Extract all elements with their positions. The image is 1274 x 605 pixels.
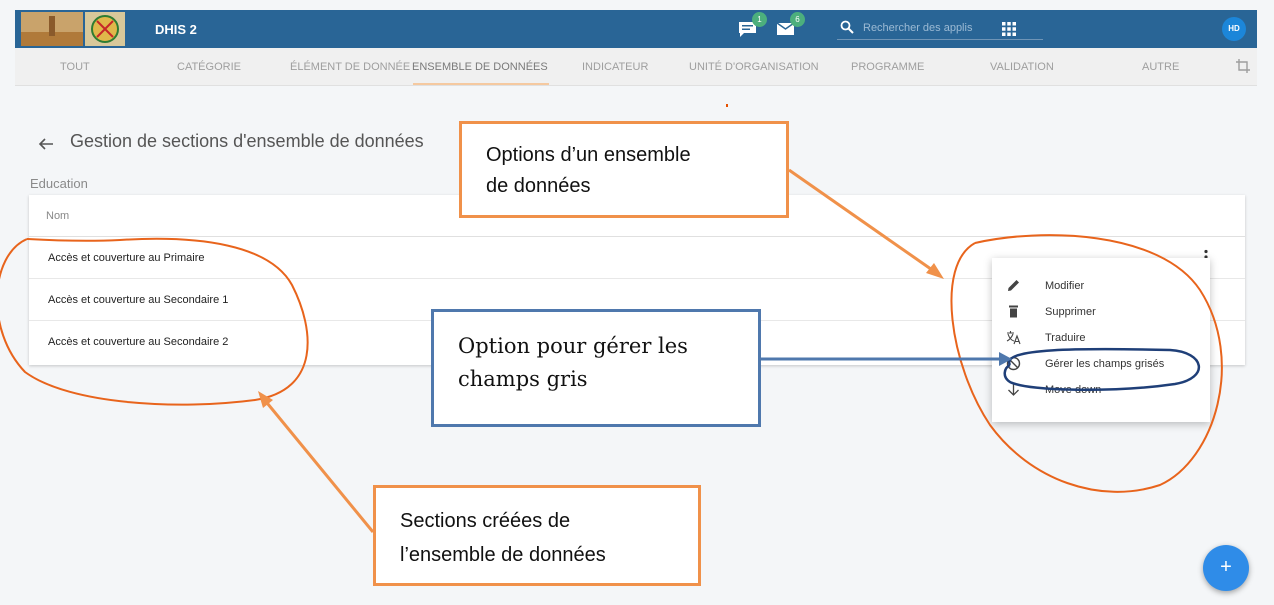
sections-callout: Sections créées de l’ensemble de données: [373, 485, 701, 586]
menu-item-label: Traduire: [1045, 332, 1086, 344]
dhis2-logo[interactable]: [21, 12, 125, 46]
menu-item-label: Gérer les champs grisés: [1045, 358, 1165, 370]
sections-arrowhead: [258, 391, 273, 408]
tab-unite-organisation[interactable]: UNITÉ D'ORGANISATION: [689, 61, 819, 73]
page-title: Gestion de sections d'ensemble de donnée…: [70, 131, 424, 151]
callout-line: Options d’un ensemble: [486, 144, 691, 166]
interpretations-badge: 6: [790, 12, 805, 27]
translate-icon: [1006, 331, 1021, 345]
block-icon: [1006, 356, 1021, 371]
tab-indicateur[interactable]: INDICATEUR: [582, 61, 648, 73]
callout-line: champs gris: [458, 367, 588, 391]
menu-item-label: Move down: [1045, 384, 1102, 396]
profile-avatar[interactable]: HD: [1222, 17, 1246, 41]
search-icon: [840, 20, 854, 34]
menu-item-label: Modifier: [1045, 280, 1085, 292]
column-header-nom[interactable]: Nom: [46, 210, 69, 222]
callout-line: de données: [486, 175, 591, 197]
dataset-name: Education: [30, 176, 88, 191]
menu-item-label: Supprimer: [1045, 306, 1096, 318]
grey-fields-callout: Option pour gérer les champs gris: [431, 309, 761, 427]
menu-item-gerer-champs-grises[interactable]: Gérer les champs grisés: [992, 351, 1210, 377]
annotation-dot: [726, 104, 728, 107]
tab-ensemble-de-donnees[interactable]: ENSEMBLE DE DONNÉES: [412, 61, 548, 73]
active-tab-indicator: [413, 83, 549, 85]
tab-element-de-donnee[interactable]: ÉLÉMENT DE DONNÉE: [290, 61, 410, 73]
crop-icon[interactable]: [1235, 58, 1251, 74]
messages-button[interactable]: 1: [737, 12, 767, 39]
apps-grid-icon[interactable]: [1002, 22, 1016, 36]
tab-tout[interactable]: TOUT: [60, 61, 90, 73]
add-section-button[interactable]: +: [1203, 545, 1249, 591]
row-context-menu: Modifier Supprimer Traduire Gérer les ch…: [992, 258, 1210, 422]
callout-line: Option pour gérer les: [458, 334, 688, 358]
menu-item-modifier[interactable]: Modifier: [992, 273, 1210, 299]
sections-arrow: [261, 397, 375, 533]
interpretations-button[interactable]: 6: [775, 12, 805, 39]
section-name: Accès et couverture au Secondaire 2: [48, 336, 229, 348]
pencil-icon: [1008, 280, 1019, 291]
menu-item-supprimer[interactable]: Supprimer: [992, 299, 1210, 325]
trash-icon: [1009, 305, 1018, 318]
tab-validation[interactable]: VALIDATION: [990, 61, 1054, 73]
section-name: Accès et couverture au Primaire: [48, 252, 205, 264]
tab-autre[interactable]: AUTRE: [1142, 61, 1179, 73]
tab-categorie[interactable]: CATÉGORIE: [177, 61, 241, 73]
callout-line: Sections créées de: [400, 510, 571, 532]
options-callout: Options d’un ensemble de données: [459, 121, 789, 218]
back-arrow-icon[interactable]: [38, 136, 54, 152]
section-tabs: TOUT CATÉGORIE ÉLÉMENT DE DONNÉE ENSEMBL…: [15, 48, 1257, 86]
callout-line: l’ensemble de données: [400, 544, 606, 566]
menu-item-move-down[interactable]: Move down: [992, 377, 1210, 403]
arrow-down-icon: [1008, 383, 1019, 396]
tab-programme[interactable]: PROGRAMME: [851, 61, 924, 73]
app-header: DHIS 2 1 6 HD: [15, 10, 1257, 48]
app-title: DHIS 2: [155, 22, 197, 37]
section-name: Accès et couverture au Secondaire 1: [48, 294, 229, 306]
menu-item-traduire[interactable]: Traduire: [992, 325, 1210, 351]
messages-badge: 1: [752, 12, 767, 27]
